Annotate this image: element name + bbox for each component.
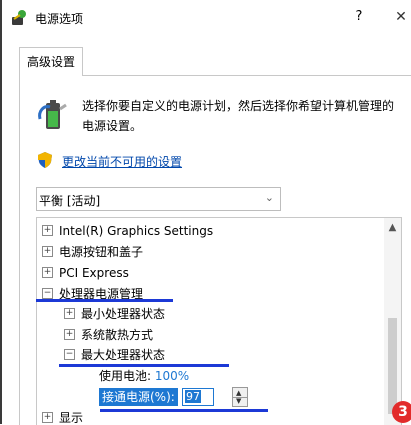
instruction-text: 选择你要自定义的电源计划，然后选择你希望计算机管理的电源设置。	[82, 99, 395, 133]
help-button[interactable]: ?	[348, 6, 370, 28]
scroll-up-icon[interactable]: ▲	[384, 222, 401, 236]
tree-item-max-processor-state[interactable]: − 最大处理器状态	[64, 345, 165, 365]
chevron-down-icon: ⌄	[264, 191, 274, 204]
plugged-in-value: 97	[185, 390, 201, 403]
collapse-icon[interactable]: −	[42, 288, 53, 299]
tree-item-label: 电源按钮和盖子	[59, 245, 144, 259]
expand-icon[interactable]: +	[42, 267, 53, 278]
tree-item-label: PCI Express	[59, 266, 129, 280]
expand-icon[interactable]: +	[64, 329, 75, 340]
tree-item-power-buttons[interactable]: + 电源按钮和盖子	[42, 242, 143, 262]
power-options-icon	[12, 10, 26, 25]
tab-advanced-settings[interactable]: 高级设置	[19, 47, 83, 76]
expand-icon[interactable]: +	[42, 246, 53, 257]
percent-spinner[interactable]: ▲ ▼	[232, 387, 248, 407]
tree-item-label: 系统散热方式	[81, 328, 154, 342]
tree-item-pci-express[interactable]: + PCI Express	[42, 263, 129, 283]
tree-item-display[interactable]: + 显示	[42, 408, 83, 425]
on-battery-setting[interactable]: 使用电池: 100%	[99, 366, 189, 386]
expand-icon[interactable]: +	[42, 412, 53, 423]
tree-item-label: 最小处理器状态	[81, 307, 166, 321]
tree-item-min-processor-state[interactable]: + 最小处理器状态	[64, 304, 165, 324]
title-bar: 电源选项 ? ✕	[2, 0, 411, 34]
annotation-underline-plugged	[100, 409, 268, 412]
battery-plug-icon	[38, 100, 67, 129]
change-unavailable-settings-link[interactable]: 更改当前不可用的设置	[62, 153, 182, 170]
power-plan-value: 平衡 [活动]	[39, 194, 101, 208]
collapse-icon[interactable]: −	[64, 349, 75, 360]
spin-down-icon[interactable]: ▼	[236, 397, 241, 405]
tab-label: 高级设置	[26, 55, 75, 69]
on-battery-label: 使用电池:	[99, 369, 152, 383]
left-border	[0, 0, 2, 424]
on-battery-value: 100%	[154, 369, 190, 383]
tree-item-label: 显示	[59, 411, 84, 425]
expand-icon[interactable]: +	[42, 225, 53, 236]
step-number-badge: 3	[392, 401, 411, 423]
scrollbar-thumb[interactable]	[388, 318, 397, 414]
tree-item-cooling-policy[interactable]: + 系统散热方式	[64, 325, 153, 345]
tree-item-label: 最大处理器状态	[81, 348, 166, 362]
tree-scrollbar[interactable]: ▲	[384, 218, 401, 425]
tree-item-intel-graphics[interactable]: + Intel(R) Graphics Settings	[42, 221, 213, 241]
window-title: 电源选项	[35, 12, 84, 26]
tree-item-label: Intel(R) Graphics Settings	[59, 224, 214, 238]
close-button[interactable]: ✕	[390, 6, 411, 28]
annotation-underline-max-state	[59, 364, 229, 367]
shield-icon	[38, 152, 52, 168]
expand-icon[interactable]: +	[64, 308, 75, 319]
annotation-underline-processor	[36, 299, 173, 302]
settings-tree: + Intel(R) Graphics Settings + 电源按钮和盖子 + PC…	[36, 217, 402, 425]
plugged-in-label: 接通电源(%):	[99, 388, 178, 406]
power-plan-select[interactable]: 平衡 [活动] ⌄	[36, 187, 281, 211]
plugged-in-percent-input[interactable]: 97	[182, 388, 214, 406]
spin-up-icon[interactable]: ▲	[236, 389, 241, 397]
